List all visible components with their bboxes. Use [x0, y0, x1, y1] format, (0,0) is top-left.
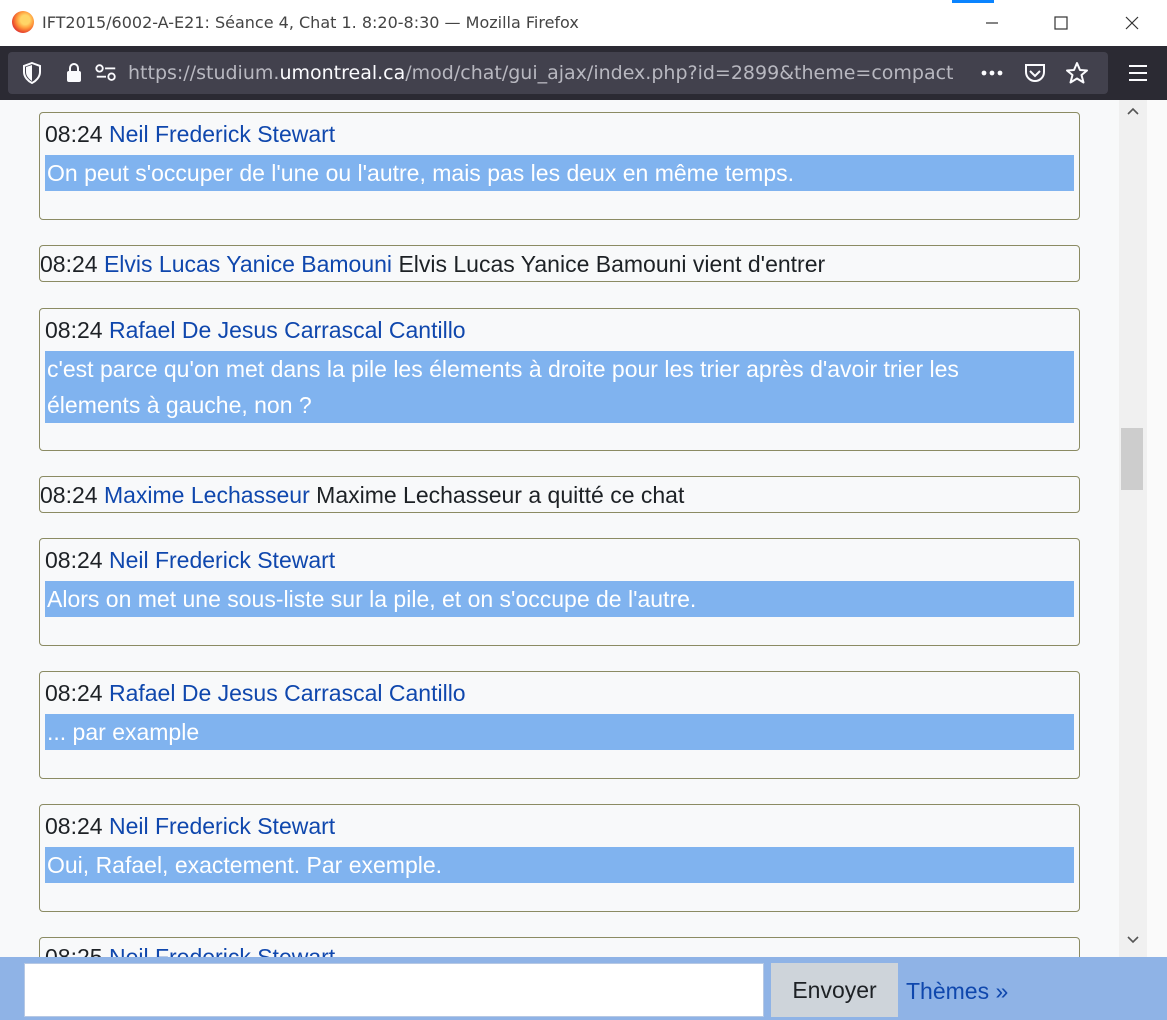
- chat-message: 08:24 Neil Frederick Stewart On peut s'o…: [39, 112, 1080, 220]
- chat-message: 08:24 Rafael De Jesus Carrascal Cantillo…: [39, 308, 1080, 451]
- browser-navbar: https://studium.umontreal.ca/mod/chat/gu…: [0, 46, 1167, 100]
- event-message: Maxime Lechasseur a quitté ce chat: [316, 482, 685, 508]
- message-header: 08:25 Neil Frederick Stewart: [45, 944, 335, 957]
- url-bar[interactable]: https://studium.umontreal.ca/mod/chat/gu…: [8, 52, 1108, 94]
- event-user-link[interactable]: Elvis Lucas Yanice Bamouni: [104, 251, 392, 277]
- scroll-down-arrow-icon[interactable]: [1119, 933, 1147, 953]
- message-text: Oui, Rafael, exactement. Par exemple.: [45, 847, 1074, 883]
- message-user-link[interactable]: Rafael De Jesus Carrascal Cantillo: [109, 680, 466, 706]
- url-prefix: https://studium.: [128, 62, 280, 84]
- url-domain: umontreal.ca: [279, 62, 406, 84]
- event-message: Elvis Lucas Yanice Bamouni vient d'entre…: [398, 251, 826, 277]
- url-path: /mod/chat/gui_ajax/index.php?id=2899&the…: [405, 62, 954, 84]
- message-time: 08:25: [45, 944, 103, 957]
- message-time: 08:24: [45, 547, 103, 573]
- bookmark-star-icon[interactable]: [1065, 61, 1089, 85]
- event-time: 08:24: [40, 251, 98, 277]
- url-text[interactable]: https://studium.umontreal.ca/mod/chat/gu…: [128, 62, 954, 84]
- scrollbar-thumb[interactable]: [1121, 428, 1143, 490]
- message-line: élements à gauche, non ?: [47, 392, 312, 418]
- window-edge: [1147, 100, 1167, 957]
- more-icon[interactable]: [980, 61, 1004, 85]
- chat-event: 08:24 Maxime Lechasseur Maxime Lechasseu…: [39, 476, 1080, 513]
- message-time: 08:24: [45, 121, 103, 147]
- chat-event: 08:24 Elvis Lucas Yanice Bamouni Elvis L…: [39, 245, 1080, 282]
- message-header: 08:24 Rafael De Jesus Carrascal Cantillo: [45, 317, 466, 344]
- message-user-link[interactable]: Neil Frederick Stewart: [109, 547, 335, 573]
- chat-messages[interactable]: 08:24 Neil Frederick Stewart On peut s'o…: [0, 100, 1119, 957]
- shield-icon[interactable]: [20, 61, 44, 85]
- message-input[interactable]: [24, 963, 764, 1017]
- permissions-icon[interactable]: [94, 61, 118, 85]
- message-time: 08:24: [45, 317, 103, 343]
- message-text: On peut s'occuper de l'une ou l'autre, m…: [45, 155, 1074, 191]
- menu-icon[interactable]: [1126, 61, 1150, 85]
- message-header: 08:24 Rafael De Jesus Carrascal Cantillo: [45, 680, 466, 707]
- message-line: Oui, Rafael, exactement. Par exemple.: [47, 852, 443, 878]
- maximize-icon: [1054, 16, 1068, 30]
- event-text: 08:24 Elvis Lucas Yanice Bamouni Elvis L…: [40, 251, 825, 278]
- chat-message: 08:24 Neil Frederick Stewart Alors on me…: [39, 538, 1080, 646]
- message-line: ... par example: [47, 719, 200, 745]
- event-time: 08:24: [40, 482, 98, 508]
- message-header: 08:24 Neil Frederick Stewart: [45, 121, 335, 148]
- chat-message: 08:24 Rafael De Jesus Carrascal Cantillo…: [39, 671, 1080, 779]
- firefox-logo-icon: [12, 11, 34, 33]
- minimize-icon: [986, 22, 998, 24]
- event-user-link[interactable]: Maxime Lechasseur: [104, 482, 310, 508]
- event-text: 08:24 Maxime Lechasseur Maxime Lechasseu…: [40, 482, 684, 509]
- message-user-link[interactable]: Neil Frederick Stewart: [109, 121, 335, 147]
- message-time: 08:24: [45, 813, 103, 839]
- message-header: 08:24 Neil Frederick Stewart: [45, 547, 335, 574]
- window-titlebar: IFT2015/6002-A-E21: Séance 4, Chat 1. 8:…: [0, 0, 1167, 46]
- composer-bar: Envoyer Thèmes »: [0, 957, 1167, 1020]
- maximize-button[interactable]: [1037, 0, 1085, 46]
- close-icon: [1125, 16, 1139, 30]
- message-text: Alors on met une sous-liste sur la pile,…: [45, 581, 1074, 617]
- message-line: On peut s'occuper de l'une ou l'autre, m…: [47, 160, 795, 186]
- message-text: ... par example: [45, 714, 1074, 750]
- message-line: Alors on met une sous-liste sur la pile,…: [47, 586, 697, 612]
- chat-message: 08:25 Neil Frederick Stewart: [39, 937, 1080, 957]
- window-title: IFT2015/6002-A-E21: Séance 4, Chat 1. 8:…: [42, 13, 579, 32]
- message-time: 08:24: [45, 680, 103, 706]
- minimize-button[interactable]: [968, 0, 1016, 46]
- message-user-link[interactable]: Neil Frederick Stewart: [109, 944, 335, 957]
- message-line: c'est parce qu'on met dans la pile les é…: [47, 356, 959, 382]
- themes-link[interactable]: Thèmes »: [906, 978, 1008, 1005]
- close-button[interactable]: [1108, 0, 1156, 46]
- message-user-link[interactable]: Rafael De Jesus Carrascal Cantillo: [109, 317, 466, 343]
- message-user-link[interactable]: Neil Frederick Stewart: [109, 813, 335, 839]
- message-header: 08:24 Neil Frederick Stewart: [45, 813, 335, 840]
- scroll-up-arrow-icon[interactable]: [1119, 104, 1147, 124]
- send-button[interactable]: Envoyer: [771, 963, 898, 1017]
- chat-message: 08:24 Neil Frederick Stewart Oui, Rafael…: [39, 804, 1080, 912]
- pocket-icon[interactable]: [1023, 61, 1047, 85]
- lock-icon[interactable]: [62, 61, 86, 85]
- message-text: c'est parce qu'on met dans la pile les é…: [45, 351, 1074, 423]
- chat-scrollbar[interactable]: [1119, 100, 1147, 957]
